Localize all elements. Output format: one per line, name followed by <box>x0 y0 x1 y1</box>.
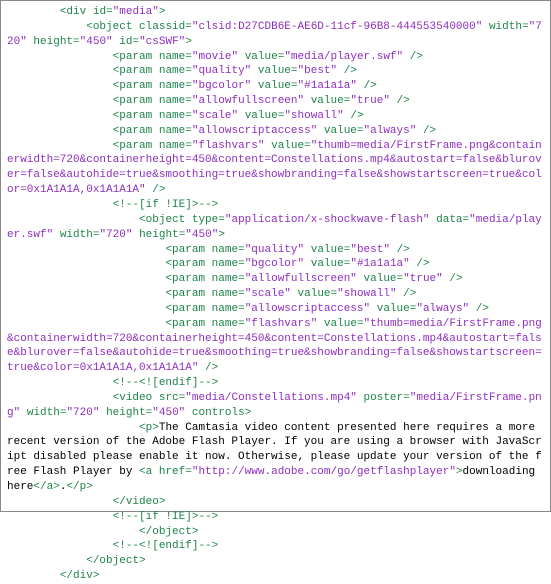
code-snippet: <div id="media"> <object classid="clsid:… <box>7 6 542 582</box>
